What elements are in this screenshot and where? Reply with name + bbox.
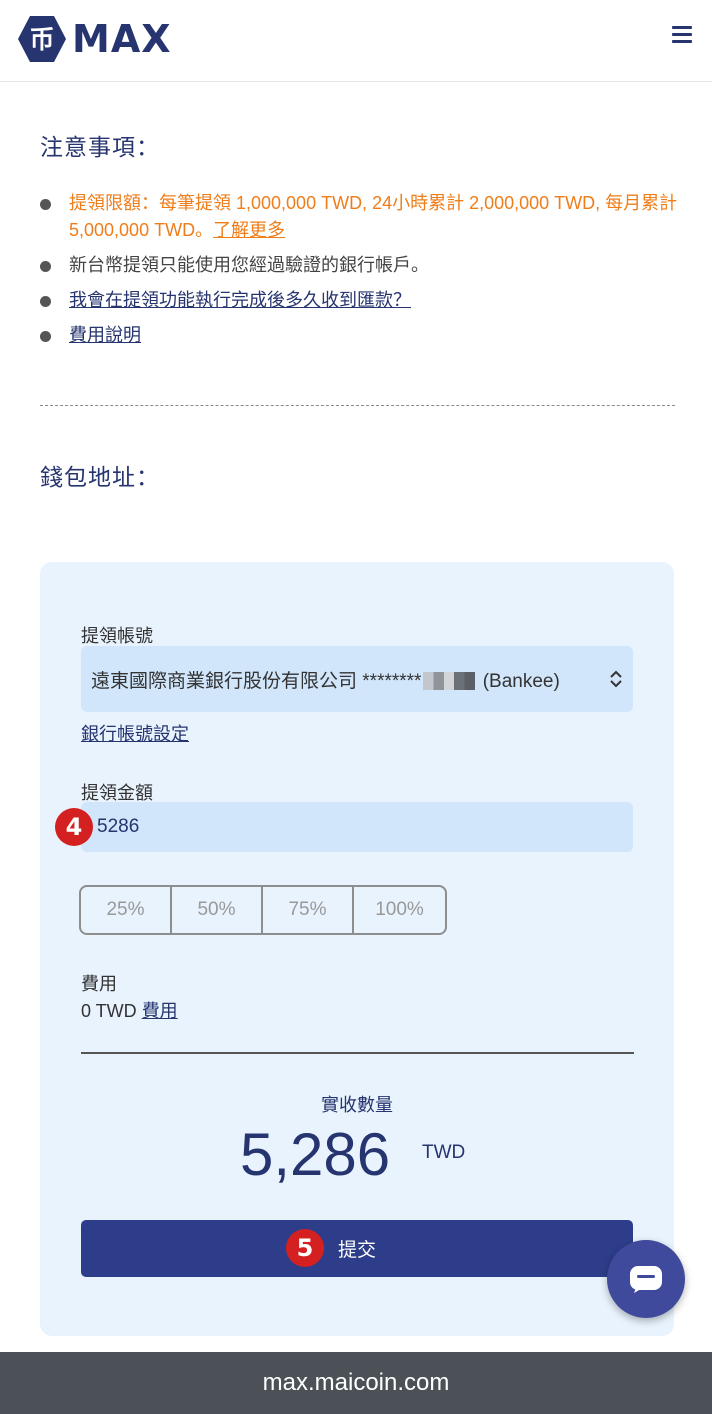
chat-support-button[interactable]	[607, 1240, 685, 1318]
account-label: 提領帳號	[81, 626, 153, 646]
summary-divider	[81, 1052, 634, 1054]
masked-digits	[423, 672, 476, 691]
list-item-limit: 提領限額：每筆提領 1,000,000 TWD, 24小時累計 2,000,00…	[40, 190, 680, 244]
percent-50-button[interactable]: 50%	[172, 887, 263, 933]
limit-text: 提領限額：每筆提領 1,000,000 TWD, 24小時累計 2,000,00…	[69, 193, 678, 240]
list-item-verified: 新台幣提領只能使用您經過驗證的銀行帳戶。	[40, 252, 680, 279]
bank-account-settings-link[interactable]: 銀行帳號設定	[81, 720, 189, 746]
percent-75-button[interactable]: 75%	[263, 887, 354, 933]
selected-account-text: 遠東國際商業銀行股份有限公司 ******** (Bankee)	[91, 666, 560, 693]
step-badge-4: 4	[55, 808, 93, 846]
step-badge-5: 5	[286, 1229, 324, 1267]
hamburger-icon[interactable]	[672, 26, 692, 46]
fee-explanation-link[interactable]: 費用說明	[69, 325, 141, 345]
chevron-updown-icon	[610, 670, 622, 688]
verified-account-text: 新台幣提領只能使用您經過驗證的銀行帳戶。	[69, 255, 429, 275]
bullet-icon	[40, 199, 51, 210]
received-amount: 5,286	[240, 1121, 391, 1188]
browser-url-bar[interactable]: max.maicoin.com	[0, 1352, 712, 1414]
submit-button[interactable]: 提交	[81, 1220, 633, 1277]
received-unit: TWD	[422, 1142, 466, 1163]
percent-100-button[interactable]: 100%	[354, 887, 445, 933]
bullet-icon	[40, 331, 51, 342]
receive-time-link[interactable]: 我會在提領功能執行完成後多久收到匯款？	[69, 290, 411, 310]
max-logo-mark-icon: 币	[18, 16, 66, 62]
list-item-timing: 我會在提領功能執行完成後多久收到匯款？	[40, 287, 680, 314]
chat-bubble-icon	[630, 1266, 662, 1293]
svg-text:币: 币	[29, 25, 54, 54]
wallet-title: 錢包地址：	[40, 464, 160, 490]
fee-value: 0 TWD 費用	[81, 997, 178, 1023]
bullet-icon	[40, 296, 51, 307]
list-item-fee: 費用說明	[40, 322, 680, 349]
notes-list: 提領限額：每筆提領 1,000,000 TWD, 24小時累計 2,000,00…	[40, 190, 680, 357]
amount-input[interactable]	[81, 802, 633, 852]
section-divider	[40, 405, 675, 406]
received-amount-label: 實收數量	[321, 1095, 393, 1115]
top-nav: 币 MAX	[0, 0, 712, 82]
max-logo[interactable]: 币 MAX	[16, 14, 172, 64]
url-text: max.maicoin.com	[262, 1369, 450, 1396]
brand-name: MAX	[72, 17, 172, 61]
withdraw-form-card: 提領帳號 遠東國際商業銀行股份有限公司 ******** (Bankee) 銀行…	[40, 562, 674, 1336]
percent-button-group: 25% 50% 75% 100%	[79, 885, 447, 935]
withdraw-account-select[interactable]: 遠東國際商業銀行股份有限公司 ******** (Bankee)	[81, 646, 633, 712]
percent-25-button[interactable]: 25%	[81, 887, 172, 933]
fee-link[interactable]: 費用	[142, 1001, 178, 1021]
account-suffix: (Bankee)	[482, 670, 560, 692]
fee-amount: 0 TWD	[81, 1001, 137, 1021]
notes-title: 注意事項：	[40, 134, 160, 160]
account-name: 遠東國際商業銀行股份有限公司 ********	[91, 670, 422, 692]
fee-label: 費用	[81, 974, 117, 994]
bullet-icon	[40, 261, 51, 272]
learn-more-link[interactable]: 了解更多	[213, 220, 285, 240]
